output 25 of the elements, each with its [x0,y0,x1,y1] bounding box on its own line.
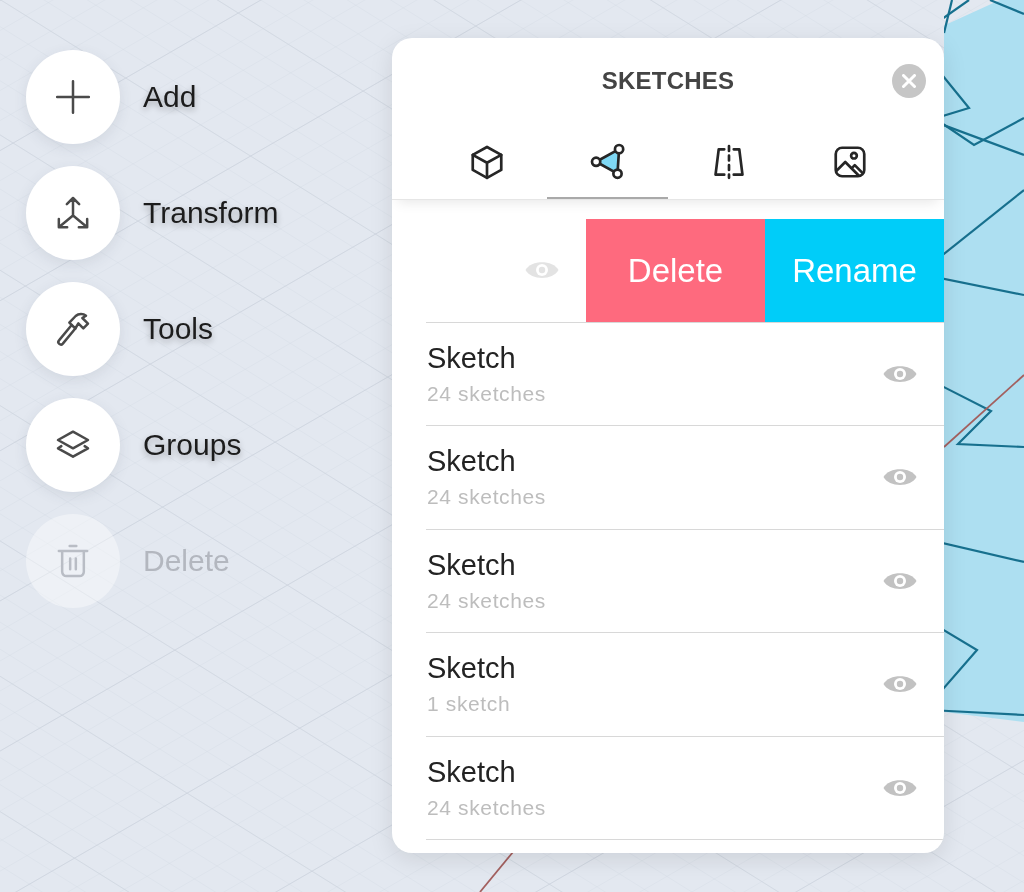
row-subtitle: 1 sketch [427,693,512,715]
menu-label: Transform [143,198,279,228]
node-triangle-icon [588,141,627,180]
panel-title: SKETCHES [601,69,735,93]
menu-label: Add [143,82,197,112]
sketch-row[interactable]: Sketch 24 sketches [426,529,944,633]
row-title: Sketch [427,654,516,684]
row-subtitle: 24 sketches [427,589,546,611]
row-title: Sketch [427,343,517,373]
close-icon [902,74,916,88]
sketch-row[interactable]: Sketch 1 sketch [426,633,944,737]
menu-label: Tools [143,314,214,344]
row-title: Sketch [427,447,517,477]
row-subtitle: 24 sketches [427,382,546,404]
sketch-row[interactable]: Sketch 24 sketches [426,426,944,530]
axis-line [478,850,515,892]
row-title: Sketch [427,757,517,787]
sketch-row[interactable]: Sketch 24 sketches [426,736,944,840]
row-subtitle: 24 sketches [427,796,546,818]
row-title: Sketch [427,550,517,580]
row-subtitle: 24 sketches [427,486,546,508]
sketch-row[interactable]: Sketch 24 sketches [426,322,944,426]
menu-label: Groups [143,430,242,460]
plus-icon [53,77,93,117]
close-button[interactable] [892,64,926,98]
